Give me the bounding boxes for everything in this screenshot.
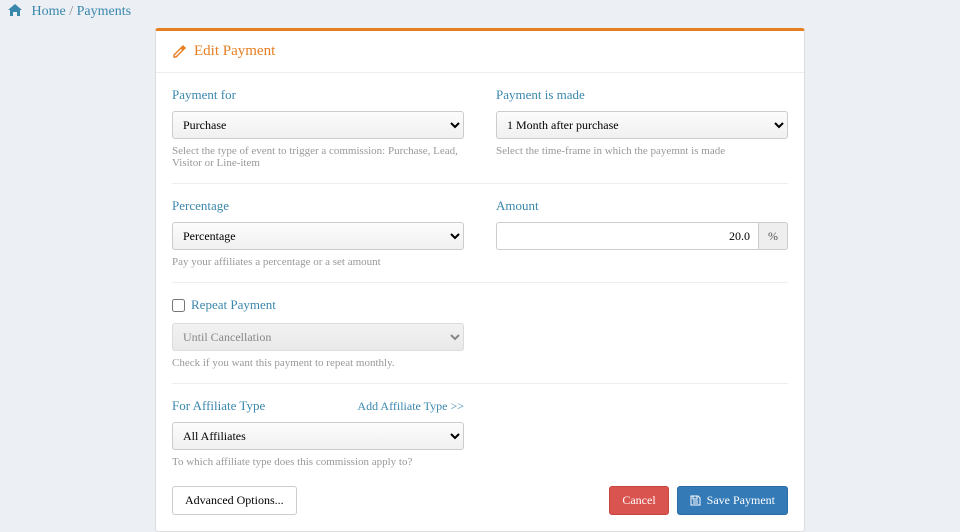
save-icon: [690, 495, 701, 506]
repeat-payment-label: Repeat Payment: [191, 297, 276, 313]
percentage-select[interactable]: Percentage: [172, 222, 464, 250]
home-icon: [8, 4, 22, 16]
divider: [172, 282, 788, 283]
percentage-label: Percentage: [172, 198, 464, 214]
repeat-payment-select[interactable]: Until Cancellation: [172, 323, 464, 351]
save-button-label: Save Payment: [707, 493, 775, 508]
amount-input[interactable]: [496, 222, 758, 250]
payment-for-label: Payment for: [172, 87, 464, 103]
breadcrumb: Home / Payments: [0, 0, 960, 28]
payment-is-made-help: Select the time-frame in which the payem…: [496, 145, 788, 157]
percentage-help: Pay your affiliates a percentage or a se…: [172, 256, 464, 268]
panel-header: Edit Payment: [156, 31, 804, 73]
breadcrumb-current-link[interactable]: Payments: [77, 4, 131, 19]
amount-unit: %: [758, 222, 788, 250]
affiliate-type-help: To which affiliate type does this commis…: [172, 456, 464, 468]
divider: [172, 383, 788, 384]
affiliate-type-select[interactable]: All Affiliates: [172, 422, 464, 450]
breadcrumb-home-link[interactable]: Home: [32, 4, 66, 19]
cancel-button[interactable]: Cancel: [609, 486, 668, 515]
panel-title-text: Edit Payment: [194, 43, 275, 60]
edit-icon: [172, 45, 186, 59]
breadcrumb-separator: /: [69, 4, 73, 19]
divider: [172, 183, 788, 184]
for-affiliate-type-label: For Affiliate Type: [172, 398, 265, 414]
payment-is-made-select[interactable]: 1 Month after purchase: [496, 111, 788, 139]
edit-payment-panel: Edit Payment Payment for Purchase Select…: [155, 28, 805, 532]
repeat-payment-checkbox[interactable]: [172, 299, 185, 312]
advanced-options-button[interactable]: Advanced Options...: [172, 486, 297, 515]
repeat-payment-help: Check if you want this payment to repeat…: [172, 357, 464, 369]
payment-is-made-label: Payment is made: [496, 87, 788, 103]
payment-for-select[interactable]: Purchase: [172, 111, 464, 139]
add-affiliate-type-link[interactable]: Add Affiliate Type >>: [357, 399, 464, 414]
save-payment-button[interactable]: Save Payment: [677, 486, 788, 515]
payment-for-help: Select the type of event to trigger a co…: [172, 145, 464, 169]
amount-label: Amount: [496, 198, 788, 214]
